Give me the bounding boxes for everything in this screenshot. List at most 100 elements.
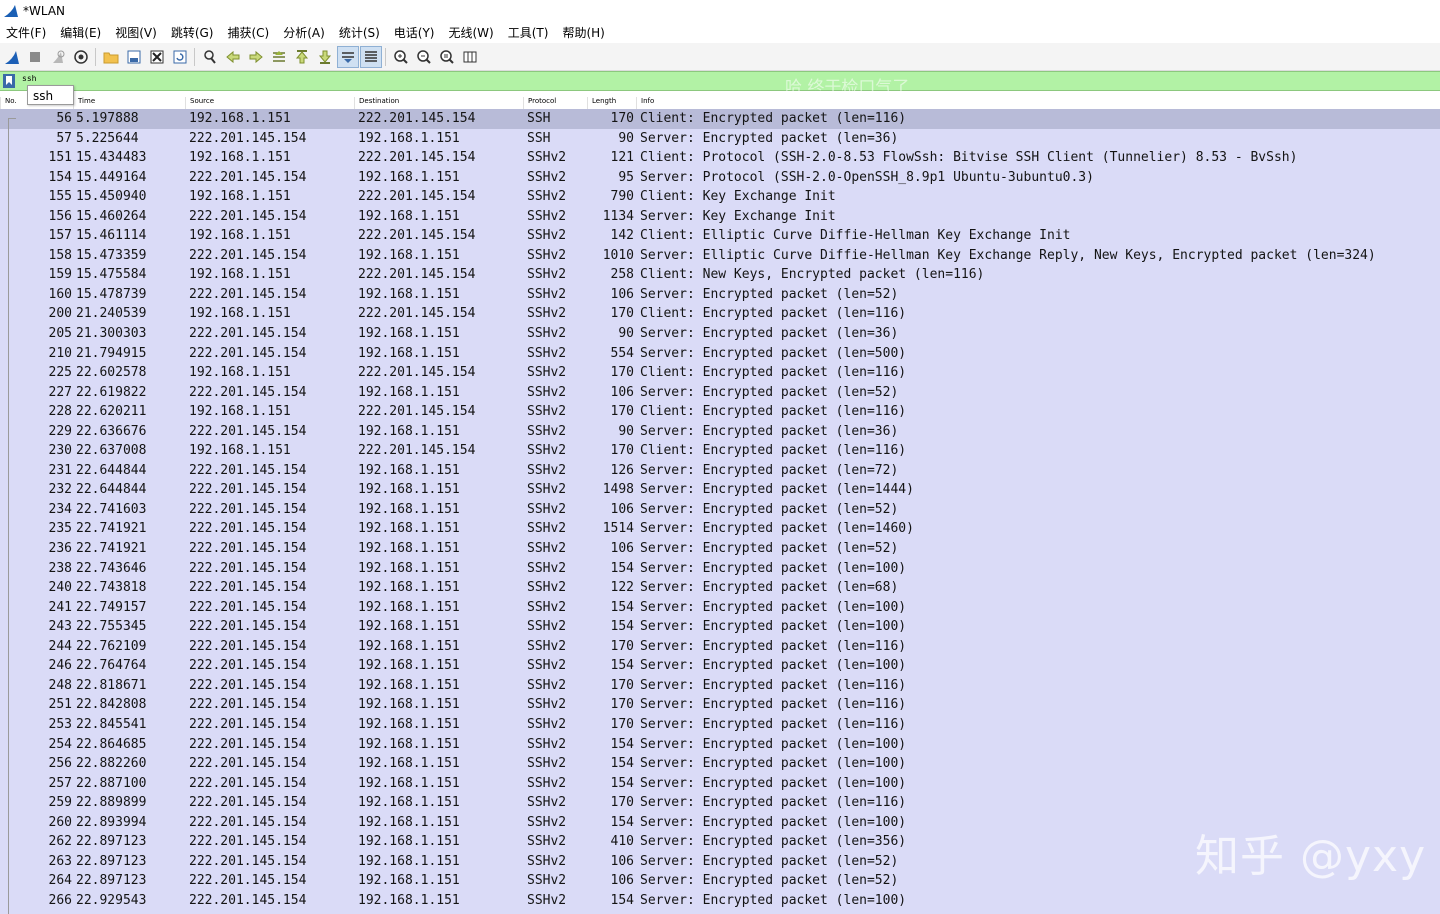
zoom-normal-icon[interactable] [436,46,458,68]
cell-source: 222.201.145.154 [189,834,307,850]
display-filter-bar[interactable]: ssh 哈 终于检口气了 [0,71,1440,98]
table-row[interactable]: 253 22.845541 222.201.145.154 192.168.1.151… [0,714,1440,735]
table-row[interactable]: 231 22.644844 222.201.145.154 192.168.1.151… [0,460,1440,481]
restart-icon[interactable] [47,46,69,68]
table-row[interactable]: 251 22.842808 222.201.145.154 192.168.1.151… [0,695,1440,715]
table-row[interactable]: 57 5.225644 222.201.145.154 192.168.1.151 SS… [0,128,1440,149]
bookmark-icon[interactable] [2,74,16,88]
resize-columns-icon[interactable] [459,46,481,68]
table-row[interactable]: 56 5.197888 192.168.1.151 222.201.145.154 SS… [0,109,1440,129]
find-icon[interactable] [199,46,221,68]
back-arrow-icon[interactable] [222,46,244,68]
menu-view[interactable]: 视图(V) [109,24,165,41]
capture-options-icon[interactable] [70,46,92,68]
table-row[interactable]: 228 22.620211 192.168.1.151 222.201.145.154… [0,402,1440,422]
cell-destination: 222.201.145.154 [358,404,476,420]
cell-length: 154 [610,599,634,615]
menu-capture[interactable]: 捕获(C) [221,24,277,41]
menu-wireless[interactable]: 无线(W) [443,24,502,41]
column-header-destination[interactable]: Destination [354,97,399,109]
reload-icon[interactable] [169,46,191,68]
menu-bar: 文件(F) 编辑(E) 视图(V) 跳转(G) 捕获(C) 分析(A) 统计(S… [0,22,1440,43]
table-row[interactable]: 256 22.882260 222.201.145.154 192.168.1.151… [0,754,1440,774]
table-row[interactable]: 154 15.449164 222.201.145.154 192.168.1.151… [0,167,1440,188]
cell-protocol: SSHv2 [527,599,567,615]
cell-protocol: SSHv2 [527,775,567,791]
zoom-in-icon[interactable] [390,46,412,68]
cell-length: 154 [610,736,634,752]
table-row[interactable]: 227 22.619822 222.201.145.154 192.168.1.151… [0,382,1440,403]
cell-length: 790 [610,189,634,205]
table-row[interactable]: 236 22.741921 222.201.145.154 192.168.1.151… [0,539,1440,559]
cell-length: 90 [618,326,634,342]
table-row[interactable]: 246 22.764764 222.201.145.154 192.168.1.151… [0,656,1440,676]
menu-tools[interactable]: 工具(T) [502,24,557,41]
table-row[interactable]: 257 22.887100 222.201.145.154 192.168.1.151… [0,773,1440,794]
cell-no: 246 [48,658,72,674]
table-row[interactable]: 200 21.240539 192.168.1.151 222.201.145.154… [0,304,1440,325]
column-header-no[interactable]: No. [0,97,17,109]
menu-statistics[interactable]: 统计(S) [333,24,388,41]
column-header-source[interactable]: Source [185,97,214,109]
table-row[interactable]: 254 22.864685 222.201.145.154 192.168.1.151… [0,734,1440,755]
go-to-packet-icon[interactable] [268,46,290,68]
table-row[interactable]: 266 22.929543 222.201.145.154 192.168.1.151… [0,890,1440,911]
cell-length: 170 [610,404,634,420]
cell-length: 410 [610,834,634,850]
table-row[interactable]: 158 15.473359 222.201.145.154 192.168.1.151… [0,245,1440,266]
menu-edit[interactable]: 编辑(E) [54,24,109,41]
table-row[interactable]: 232 22.644844 222.201.145.154 192.168.1.151… [0,480,1440,500]
menu-help[interactable]: 帮助(H) [556,24,612,41]
display-filter-input[interactable]: ssh [22,74,36,83]
table-row[interactable]: 240 22.743818 222.201.145.154 192.168.1.151… [0,578,1440,598]
column-header-length[interactable]: Length [587,97,616,109]
table-row[interactable]: 160 15.478739 222.201.145.154 192.168.1.151… [0,284,1440,305]
tree-connector-tick [8,118,16,119]
table-row[interactable]: 155 15.450940 192.168.1.151 222.201.145.154… [0,187,1440,207]
cell-length: 106 [610,541,634,557]
table-row[interactable]: 205 21.300303 222.201.145.154 192.168.1.151… [0,324,1440,344]
open-folder-icon[interactable] [100,46,122,68]
cell-destination: 222.201.145.154 [358,365,476,381]
table-row[interactable]: 230 22.637008 192.168.1.151 222.201.145.154… [0,441,1440,461]
column-header-info[interactable]: Info [636,97,654,109]
column-header-time[interactable]: Time [73,97,95,109]
cell-no: 256 [48,756,72,772]
table-row[interactable]: 238 22.743646 222.201.145.154 192.168.1.151… [0,558,1440,579]
table-row[interactable]: 259 22.889899 222.201.145.154 192.168.1.151… [0,793,1440,813]
autoscroll-icon[interactable] [337,45,359,68]
table-row[interactable]: 210 21.794915 222.201.145.154 192.168.1.151… [0,343,1440,364]
table-row[interactable]: 248 22.818671 222.201.145.154 192.168.1.151… [0,675,1440,696]
table-row[interactable]: 235 22.741921 222.201.145.154 192.168.1.151… [0,519,1440,540]
zhihu-watermark: 知乎 @yxy [1195,831,1427,882]
zoom-out-icon[interactable] [413,46,435,68]
cell-protocol: SSHv2 [527,814,567,830]
shark-fin-start-icon[interactable] [1,46,23,68]
table-row[interactable]: 234 22.741603 222.201.145.154 192.168.1.151… [0,499,1440,520]
filter-suggestion-popup[interactable]: ssh [27,85,74,105]
menu-go[interactable]: 跳转(G) [165,24,222,41]
menu-analyze[interactable]: 分析(A) [277,24,333,41]
table-row[interactable]: 157 15.461114 192.168.1.151 222.201.145.154… [0,226,1440,246]
table-row[interactable]: 244 22.762109 222.201.145.154 192.168.1.151… [0,636,1440,657]
table-row[interactable]: 243 22.755345 222.201.145.154 192.168.1.151… [0,617,1440,637]
cell-destination: 192.168.1.151 [358,247,460,263]
menu-file[interactable]: 文件(F) [0,24,54,41]
save-icon[interactable] [123,46,145,68]
table-row[interactable]: 229 22.636676 222.201.145.154 192.168.1.151… [0,421,1440,442]
menu-telephony[interactable]: 电话(Y) [388,24,443,41]
table-row[interactable]: 156 15.460264 222.201.145.154 192.168.1.151… [0,206,1440,227]
forward-arrow-icon[interactable] [245,46,267,68]
cell-destination: 192.168.1.151 [358,873,460,889]
table-row[interactable]: 225 22.602578 192.168.1.151 222.201.145.154… [0,363,1440,383]
last-packet-icon[interactable] [314,46,336,68]
close-file-icon[interactable] [146,46,168,68]
first-packet-icon[interactable] [291,46,313,68]
cell-info: Server: Encrypted packet (len=116) [640,716,907,732]
stop-icon[interactable] [24,46,46,68]
table-row[interactable]: 151 15.434483 192.168.1.151 222.201.145.154… [0,148,1440,168]
column-header-protocol[interactable]: Protocol [523,97,556,109]
colorize-icon[interactable] [360,45,382,68]
table-row[interactable]: 241 22.749157 222.201.145.154 192.168.1.151… [0,597,1440,618]
table-row[interactable]: 159 15.475584 192.168.1.151 222.201.145.154… [0,265,1440,285]
